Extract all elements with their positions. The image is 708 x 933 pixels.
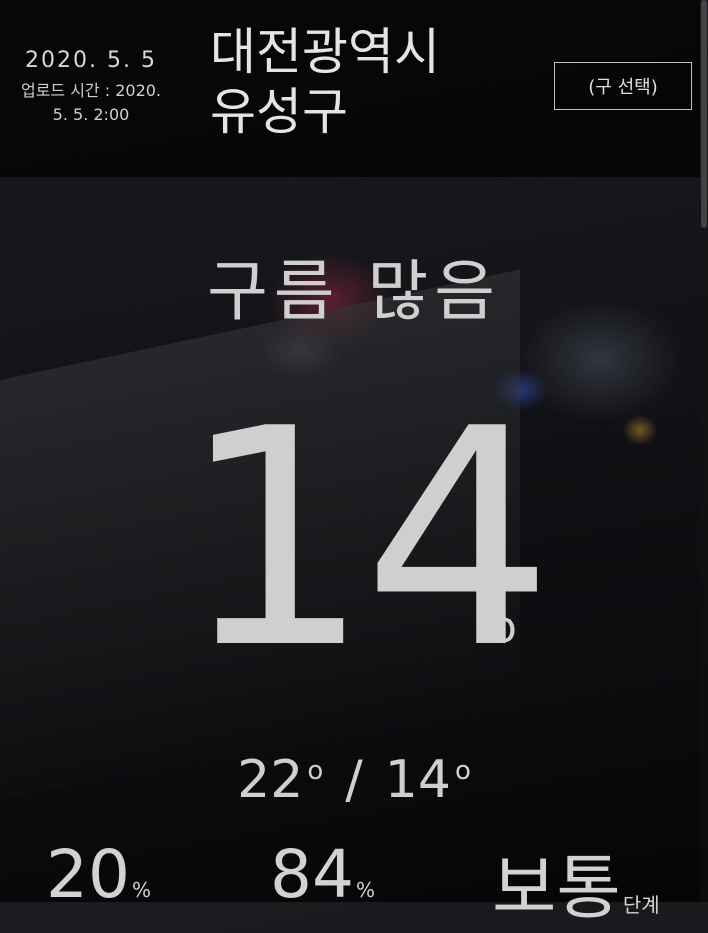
rain-value: 20 xyxy=(46,836,130,913)
header-bar: 2020. 5. 5 업로드 시간 : 2020. 5. 5. 2:00 대전광… xyxy=(0,0,700,177)
current-date: 2020. 5. 5 xyxy=(25,48,157,73)
high-low-temperature: 22 o/14 o xyxy=(0,750,708,810)
rain-unit: % xyxy=(131,878,151,902)
upload-time: 업로드 시간 : 2020. 5. 5. 2:00 xyxy=(0,79,182,127)
humidity-unit: % xyxy=(355,878,375,902)
humidity-value: 84 xyxy=(270,836,354,913)
low-temperature: 14 xyxy=(384,750,451,810)
scrollbar-thumb[interactable] xyxy=(701,0,707,228)
city-name: 대전광역시 유성구 xyxy=(210,22,440,142)
degree-icon: o xyxy=(307,756,324,786)
dust-unit: 단계 xyxy=(622,893,660,917)
date-block: 2020. 5. 5 업로드 시간 : 2020. 5. 5. 2:00 xyxy=(0,48,182,127)
city-line-1: 대전광역시 xyxy=(210,23,440,81)
city-line-2: 유성구 xyxy=(210,83,348,141)
high-temperature: 22 xyxy=(237,750,304,810)
humidity: 84% xyxy=(270,836,375,913)
high-low-separator: / xyxy=(345,750,363,810)
degree-icon: o xyxy=(490,602,517,653)
weather-condition: 구름 많음 xyxy=(207,253,501,330)
degree-icon: o xyxy=(454,756,471,786)
district-select-button[interactable]: (구 선택) xyxy=(554,62,692,110)
rain-probability: 20% xyxy=(46,836,151,913)
upload-label: 업로드 시간 : 2020. xyxy=(20,81,162,100)
upload-time-value: 5. 5. 2:00 xyxy=(52,105,130,124)
dust-value: 보통 xyxy=(492,847,621,929)
fine-dust-level: 보통 단계 xyxy=(492,832,660,933)
